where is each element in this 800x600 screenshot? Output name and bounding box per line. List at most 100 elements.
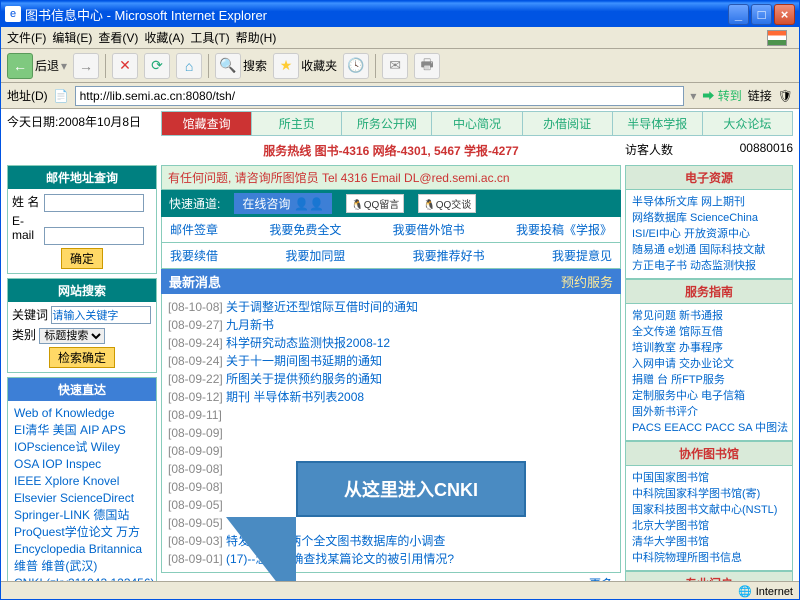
menu-help[interactable]: 帮助(H) <box>236 29 277 46</box>
list-item[interactable]: [08-09-09] <box>168 424 614 442</box>
go-button[interactable]: ➡ 转到 <box>702 87 741 104</box>
menu-edit[interactable]: 编辑(E) <box>52 29 92 46</box>
list-item[interactable]: IEEE Xplore Knovel <box>14 473 150 490</box>
tab-affairs[interactable]: 所务公开网 <box>342 112 432 135</box>
windows-flag-icon <box>767 30 787 46</box>
menu-tools[interactable]: 工具(T) <box>190 29 229 46</box>
close-button[interactable]: × <box>774 4 795 25</box>
list-item[interactable]: [08-09-22] 所图关于提供预约服务的通知 <box>168 370 614 388</box>
list-item[interactable]: [08-09-09] <box>168 442 614 460</box>
list-item[interactable]: 入网申请 交办业论文 <box>632 356 786 372</box>
quick-link[interactable]: 邮件签章 <box>170 221 218 238</box>
hotline: 服务热线 图书-4316 网络-4301, 5467 学报-4277 <box>161 140 621 161</box>
type-select[interactable]: 标题搜索 <box>39 328 105 344</box>
tab-catalog[interactable]: 馆藏查询 <box>162 112 252 135</box>
quick-link[interactable]: 我要借外馆书 <box>393 221 465 238</box>
list-item[interactable]: [08-10-08] 关于调整近还型馆际互借时间的通知 <box>168 298 614 316</box>
list-item[interactable]: CNKI (zky311043,123456) <box>14 575 150 581</box>
list-item[interactable]: 国家科技图书文献中心(NSTL) <box>632 502 786 518</box>
quick-link[interactable]: 我要提意见 <box>552 247 612 264</box>
email-input[interactable] <box>44 227 144 245</box>
quick-link[interactable]: 我要续借 <box>170 247 218 264</box>
menu-file[interactable]: 文件(F) <box>7 29 46 46</box>
list-item[interactable]: 方正电子书 动态监测快报 <box>632 258 786 274</box>
search-label: 搜索 <box>243 57 267 74</box>
links-label[interactable]: 链接 <box>748 87 772 104</box>
list-item[interactable]: 中科院物理所图书信息 <box>632 550 786 566</box>
favorites-icon[interactable]: ★ <box>273 53 299 79</box>
quick-link[interactable]: 我要免费全文 <box>269 221 341 238</box>
tab-card[interactable]: 办借阅证 <box>523 112 613 135</box>
fast-bar: 快速通道: 在线咨询 👤👤 🐧QQ留言 🐧QQ交谈 <box>161 190 621 217</box>
list-item[interactable]: 北京大学图书馆 <box>632 518 786 534</box>
kw-input[interactable] <box>51 306 151 324</box>
list-item[interactable]: 中科院国家科学图书馆(寄) <box>632 486 786 502</box>
refresh-button[interactable]: ⟳ <box>144 53 170 79</box>
list-item[interactable]: 捐赠 台 所FTP服务 <box>632 372 786 388</box>
search-submit[interactable]: 检索确定 <box>49 347 115 368</box>
list-item[interactable]: ProQuest学位论文 万方 <box>14 524 150 541</box>
list-item[interactable]: [08-09-27] 九月新书 <box>168 316 614 334</box>
list-item[interactable]: 国外新书评介 <box>632 404 786 420</box>
search-icon[interactable]: 🔍 <box>215 53 241 79</box>
quick-link[interactable]: 我要推荐好书 <box>413 247 485 264</box>
page-icon: 📄 <box>54 89 69 103</box>
stop-button[interactable]: ✕ <box>112 53 138 79</box>
addr-label: 地址(D) <box>7 87 48 104</box>
addressbar: 地址(D) 📄 ▾ ➡ 转到 链接 🛡 <box>1 83 799 109</box>
list-item[interactable]: PACS EEACC PACC SA 中图法 <box>632 420 786 436</box>
list-item[interactable]: Web of Knowledge <box>14 405 150 422</box>
mail-submit[interactable]: 确定 <box>61 248 103 269</box>
menu-fav[interactable]: 收藏(A) <box>144 29 184 46</box>
qq-msg[interactable]: 🐧QQ留言 <box>346 194 404 213</box>
quick-link[interactable]: 我要投稿《学报》 <box>516 221 612 238</box>
norton-icon[interactable]: 🛡 <box>778 89 793 103</box>
list-item[interactable]: 维普 维普(武汉) <box>14 558 150 575</box>
list-item[interactable]: 清华大学图书馆 <box>632 534 786 550</box>
history-button[interactable]: 🕓 <box>343 53 369 79</box>
list-item[interactable]: EI清华 美国 AIP APS <box>14 422 150 439</box>
statusbar: 🌐Internet <box>1 581 799 600</box>
home-button[interactable]: ⌂ <box>176 53 202 79</box>
qq-chat[interactable]: 🐧QQ交谈 <box>418 194 476 213</box>
list-item[interactable]: [08-09-12] 期刊 半导体新书列表2008 <box>168 388 614 406</box>
online-consult[interactable]: 在线咨询 👤👤 <box>234 193 332 214</box>
list-item[interactable]: Encyclopedia Britannica <box>14 541 150 558</box>
list-item[interactable]: [08-09-24] 关于十一期间图书延期的通知 <box>168 352 614 370</box>
menu-view[interactable]: 查看(V) <box>98 29 138 46</box>
list-item[interactable]: [08-09-11] <box>168 406 614 424</box>
quick-link[interactable]: 我要加同盟 <box>285 247 345 264</box>
quickrow-0: 邮件签章 我要免费全文 我要借外馆书 我要投稿《学报》 <box>161 217 621 243</box>
forward-button[interactable]: → <box>73 53 99 79</box>
tab-home[interactable]: 所主页 <box>252 112 342 135</box>
list-item[interactable]: 中国国家图书馆 <box>632 470 786 486</box>
list-item[interactable]: 网络数据库 ScienceChina <box>632 210 786 226</box>
list-item[interactable]: 培训教室 办事程序 <box>632 340 786 356</box>
address-input[interactable] <box>75 86 685 106</box>
list-item[interactable]: 常见问题 新书通报 <box>632 308 786 324</box>
list-item[interactable]: [08-09-24] 科学研究动态监测快报2008-12 <box>168 334 614 352</box>
tab-forum[interactable]: 大众论坛 <box>703 112 792 135</box>
list-item[interactable]: 半导体所文库 网上期刊 <box>632 194 786 210</box>
maximize-button[interactable]: □ <box>751 4 772 25</box>
list-item[interactable]: 随易通 e划通 国际科技文献 <box>632 242 786 258</box>
list-item[interactable]: ISI/EI中心 开放资源中心 <box>632 226 786 242</box>
name-input[interactable] <box>44 194 144 212</box>
tab-journal[interactable]: 半导体学报 <box>613 112 703 135</box>
mail-button[interactable]: ✉ <box>382 53 408 79</box>
list-item[interactable]: Springer-LINK 德国站 <box>14 507 150 524</box>
more-link[interactable]: 更多 <box>589 577 613 581</box>
quicknav-list: Web of KnowledgeEI清华 美国 AIP APSIOPscienc… <box>8 401 156 581</box>
list-item[interactable]: Elsevier ScienceDirect <box>14 490 150 507</box>
print-button[interactable]: 🖶 <box>414 53 440 79</box>
tab-center[interactable]: 中心简况 <box>432 112 522 135</box>
globe-icon: 🌐 <box>738 585 752 598</box>
list-item[interactable]: 定制服务中心 电子信箱 <box>632 388 786 404</box>
back-label: 后退 <box>35 57 59 74</box>
list-item[interactable]: OSA IOP Inspec <box>14 456 150 473</box>
back-icon[interactable]: ← <box>7 53 33 79</box>
list-item[interactable]: IOPscience试 Wiley <box>14 439 150 456</box>
list-item[interactable]: 全文传递 馆际互借 <box>632 324 786 340</box>
minimize-button[interactable]: _ <box>728 4 749 25</box>
menubar: 文件(F) 编辑(E) 查看(V) 收藏(A) 工具(T) 帮助(H) <box>1 27 799 49</box>
